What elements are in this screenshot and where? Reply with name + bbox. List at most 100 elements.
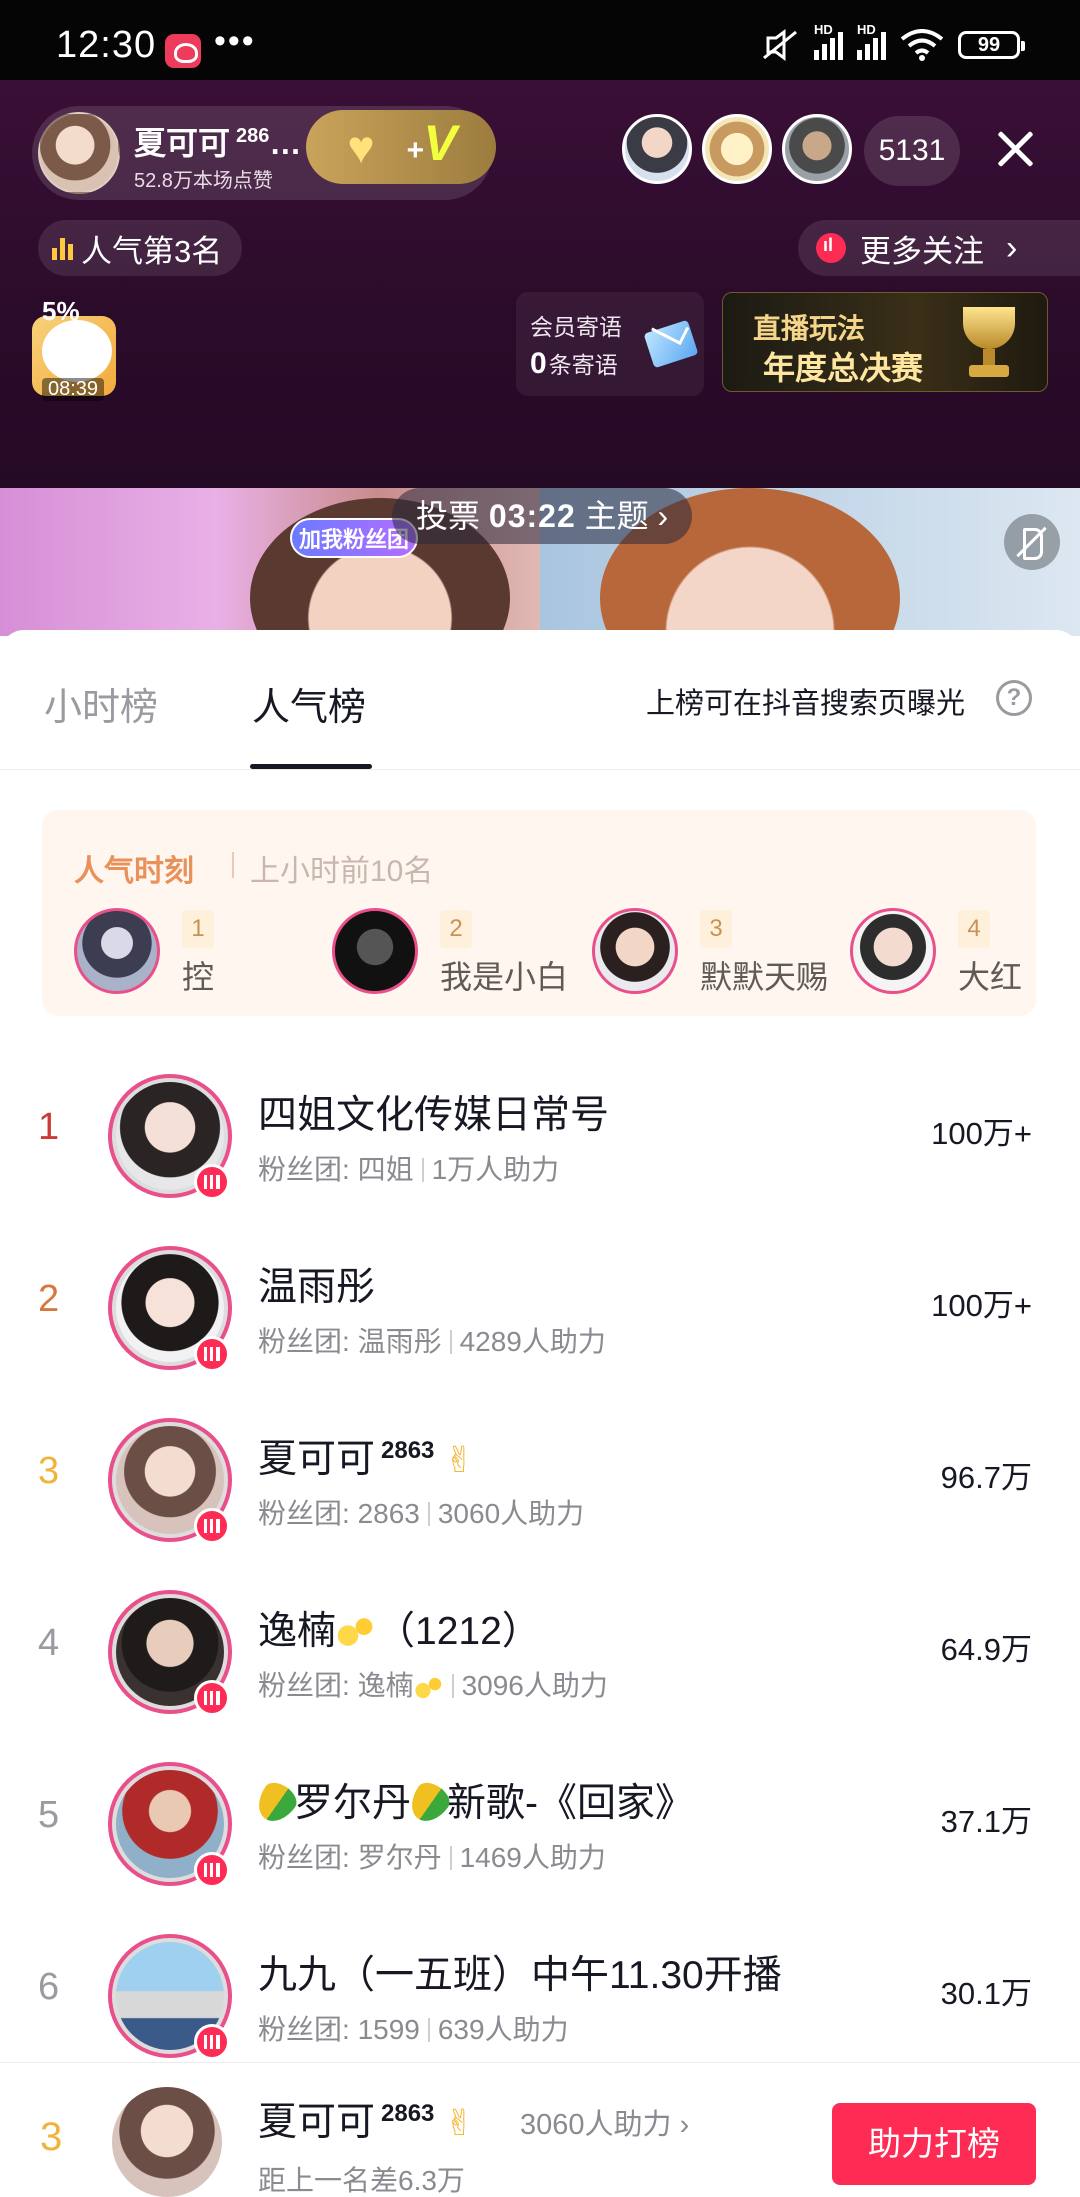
moment-avatar[interactable]	[850, 908, 936, 994]
streamer-name: 逸楠 （1212）	[258, 1600, 541, 1656]
popularity-rank-text: 人气第3名	[81, 233, 223, 269]
moment-rank: 3	[700, 910, 732, 948]
more-notifications-icon: •••	[214, 22, 256, 60]
ranking-row[interactable]: 4 逸楠 （1212） 粉丝团: 逸楠 3096人助力 64.9万	[0, 1566, 1080, 1738]
vote-timer: 03:22	[488, 498, 576, 534]
helper-count: 639人助力	[437, 2014, 569, 2045]
ranking-sheet: 小时榜 人气榜 上榜可在抖音搜索页曝光 ? 人气时刻 上小时前10名 1 控 2…	[0, 630, 1080, 2197]
my-rank-bar: 3 夏可可 2863 ✌ 3060人助力 › 距上一名差6.3万 助力打榜	[0, 2062, 1080, 2197]
rank-bars-icon	[52, 236, 73, 260]
vip-v: V	[423, 115, 457, 171]
moment-name: 控	[182, 959, 215, 995]
moment-name: 默默天赐	[700, 959, 829, 995]
fan-club-name: 温雨彤	[357, 1326, 442, 1357]
helper-count: 1万人助力	[431, 1154, 560, 1185]
top-viewers[interactable]	[622, 114, 852, 184]
ranking-hint: 上榜可在抖音搜索页曝光	[646, 688, 966, 720]
popularity-score: 30.1万	[940, 1976, 1032, 2011]
popularity-score: 100万+	[931, 1116, 1032, 1151]
ranking-row[interactable]: 1 四姐文化传媒日常号 粉丝团: 四姐 1万人助力 100万+	[0, 1050, 1080, 1222]
rank-number: 3	[38, 1450, 60, 1492]
host-level: 286	[236, 125, 270, 148]
clock: 12:30	[56, 24, 157, 66]
mini-activity-card[interactable]: 5% 08:39	[32, 296, 116, 406]
ranking-row[interactable]: 3 夏可可 2863 ✌ 粉丝团: 2863 3060人助力 96.7万	[0, 1394, 1080, 1566]
popularity-rank-pill[interactable]: 人气第3名	[38, 220, 243, 276]
finals-line2: 年度总决赛	[763, 350, 924, 386]
streamer-name: 温雨彤	[258, 1266, 376, 1309]
wifi-icon	[900, 29, 944, 61]
fan-club-badge[interactable]: ♥ +V	[306, 110, 496, 184]
fan-prefix: 粉丝团:	[258, 1154, 358, 1185]
live-video[interactable]: 加我粉丝团 投票 03:22 主题 ›	[0, 488, 1080, 636]
rank-number: 4	[38, 1622, 60, 1664]
my-rank-number: 3	[40, 2115, 63, 2159]
boost-rank-button[interactable]: 助力打榜	[832, 2103, 1036, 2185]
tab-popularity[interactable]: 人气榜	[252, 676, 366, 731]
more-follow-button[interactable]: 更多关注 ›	[798, 220, 1080, 276]
host-name-text: 夏可可	[134, 125, 231, 161]
annual-finals-banner[interactable]: 直播玩法 年度总决赛	[722, 292, 1048, 392]
close-icon[interactable]	[990, 124, 1040, 174]
rank-number: 1	[38, 1106, 60, 1148]
gap-to-previous: 距上一名差6.3万	[258, 2165, 465, 2196]
viewer-avatar[interactable]	[702, 114, 772, 184]
vote-pill[interactable]: 投票 03:22 主题 ›	[392, 488, 693, 544]
fan-club-name: 罗尔丹	[357, 1842, 442, 1873]
fan-club-info: 粉丝团: 2863 3060人助力	[258, 1492, 584, 1532]
fan-club-info: 粉丝团: 罗尔丹 1469人助力	[258, 1836, 606, 1876]
viewer-avatar[interactable]	[782, 114, 852, 184]
live-header: 夏可可286… 52.8万本场点赞 ♥ +V 5131 人气第3名 更多关注 ›…	[0, 80, 1080, 488]
moment-avatar[interactable]	[332, 908, 418, 994]
moment-avatar[interactable]	[74, 908, 160, 994]
chevron-right-icon: ›	[657, 498, 669, 534]
viewer-count[interactable]: 5131	[864, 116, 960, 186]
host-avatar[interactable]	[38, 112, 120, 194]
helper-count: 3060人助力	[437, 1498, 585, 1529]
member-message-card[interactable]: 会员寄语 0条寄语	[516, 292, 704, 396]
activity-percent: 5%	[42, 296, 80, 326]
mute-icon[interactable]	[1004, 514, 1060, 570]
streamer-name-tail: 新歌-《回家》	[447, 1782, 695, 1825]
live-indicator-icon	[194, 2024, 230, 2060]
moment-subtitle: 上小时前10名	[250, 855, 434, 888]
host-name-ellipsis: …	[269, 125, 302, 161]
popularity-moment-card: 人气时刻 上小时前10名 1 控 2 我是小白 3 默默天赐 4 大红	[42, 810, 1036, 1016]
member-message-count: 0条寄语	[530, 346, 618, 381]
my-avatar[interactable]	[112, 2087, 222, 2197]
moment-name: 我是小白	[440, 959, 569, 995]
more-follow-label: 更多关注	[860, 233, 984, 269]
hd-label-2: HD	[857, 22, 876, 37]
heart-icon: ♥	[347, 121, 375, 173]
host-name: 夏可可 286…	[134, 118, 301, 164]
ranking-tabs: 小时榜 人气榜 上榜可在抖音搜索页曝光 ?	[0, 630, 1080, 770]
my-level: 2863	[381, 2100, 435, 2127]
fan-club-info: 粉丝团: 四姐 1万人助力	[258, 1148, 559, 1188]
tab-hourly[interactable]: 小时榜	[44, 676, 158, 731]
victory-hand-icon: ✌	[444, 2102, 475, 2143]
moment-avatar[interactable]	[592, 908, 678, 994]
streamer-name: 九九（一五班）中午11.30开播	[258, 1954, 782, 1997]
host-likes: 52.8万本场点赞	[134, 170, 273, 192]
ranking-row[interactable]: 6 九九（一五班）中午11.30开播 粉丝团: 1599 639人助力 30.1万	[0, 1910, 1080, 2082]
streamer-name: 罗尔丹 新歌-《回家》	[250, 1772, 695, 1829]
help-icon[interactable]: ?	[996, 680, 1032, 716]
ranking-row[interactable]: 5 罗尔丹 新歌-《回家》 粉丝团: 罗尔丹 1469人助力 37.1万	[0, 1738, 1080, 1910]
victory-hand-icon: ✌	[444, 1439, 475, 1480]
sparkle-icon	[413, 1675, 444, 1701]
helper-count: 4289人助力	[459, 1326, 606, 1357]
my-name-text: 夏可可	[258, 2101, 376, 2144]
streamer-name-tail: （1212）	[376, 1610, 541, 1653]
viewer-avatar[interactable]	[622, 114, 692, 184]
rank-number: 2	[38, 1278, 60, 1320]
live-indicator-icon	[194, 1508, 230, 1544]
fan-club-info: 粉丝团: 1599 639人助力	[258, 2008, 569, 2048]
my-helper-count[interactable]: 3060人助力 ›	[520, 2101, 689, 2143]
ranking-row[interactable]: 2 温雨彤 粉丝团: 温雨彤 4289人助力 100万+	[0, 1222, 1080, 1394]
popularity-score: 100万+	[931, 1288, 1032, 1323]
live-indicator-icon	[194, 1680, 230, 1716]
member-message-number: 0	[530, 347, 547, 380]
moment-item[interactable]: 4 大红	[850, 908, 1036, 998]
rank-number: 6	[38, 1966, 60, 2008]
trophy-icon	[951, 303, 1027, 383]
